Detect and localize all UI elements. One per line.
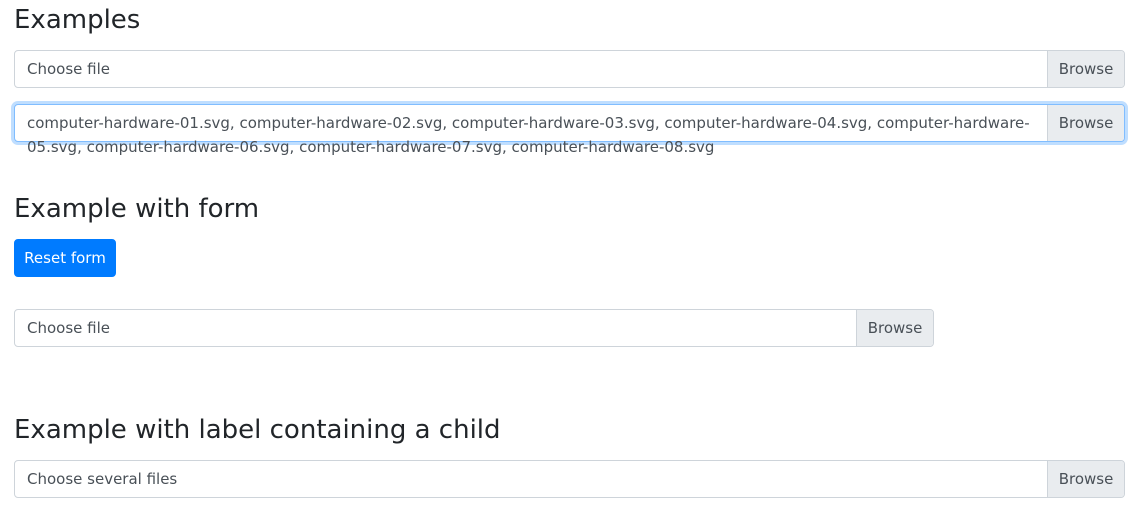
label-child-example-heading: Example with label containing a child — [14, 415, 501, 445]
form-example-heading: Example with form — [14, 194, 260, 224]
multi-file-browse-button[interactable]: Browse — [1047, 105, 1124, 141]
single-file-input-label: Choose file — [27, 60, 110, 78]
form-file-input[interactable]: Choose file Browse — [14, 309, 934, 347]
several-files-input[interactable]: Choose several files Browse — [14, 460, 1125, 498]
single-file-input[interactable]: Choose file Browse — [14, 50, 1125, 88]
several-files-input-label: Choose several files — [27, 470, 178, 488]
reset-form-button[interactable]: Reset form — [14, 239, 116, 277]
several-files-browse-button[interactable]: Browse — [1047, 461, 1124, 497]
form-file-input-label: Choose file — [27, 319, 110, 337]
single-file-browse-button[interactable]: Browse — [1047, 51, 1124, 87]
multi-file-input[interactable]: computer-hardware-01.svg, computer-hardw… — [14, 104, 1125, 156]
multi-file-input-label: computer-hardware-01.svg, computer-hardw… — [27, 114, 1030, 156]
examples-heading: Examples — [14, 5, 141, 35]
form-file-browse-button[interactable]: Browse — [856, 310, 933, 346]
